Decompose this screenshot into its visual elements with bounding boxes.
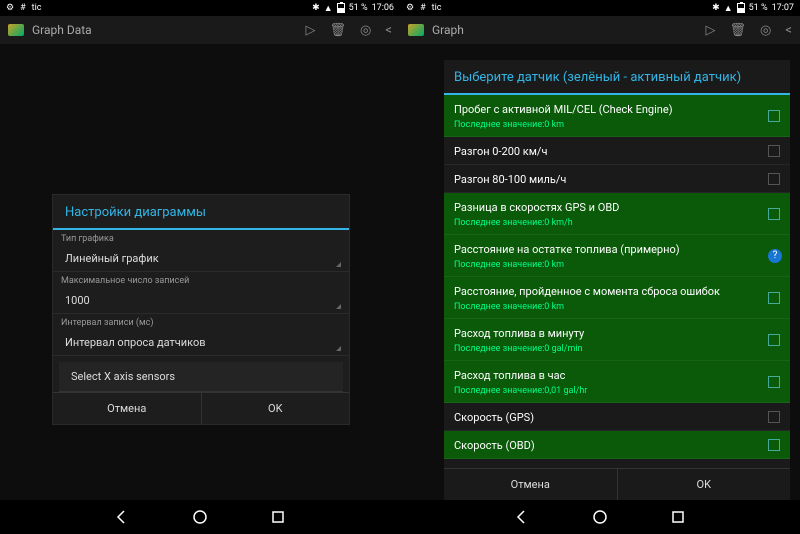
- ok-button[interactable]: OK: [618, 469, 791, 500]
- sensor-item[interactable]: Расстояние, пройденное с момента сброса …: [444, 277, 790, 319]
- sensor-item[interactable]: Разгон 80-100 миль/ч: [444, 165, 790, 193]
- sensor-name: Разница в скоростях GPS и OBD: [454, 201, 780, 214]
- home-button[interactable]: [591, 508, 609, 526]
- select-x-axis-button[interactable]: Select X axis sensors: [59, 362, 343, 392]
- play-icon[interactable]: ▷: [306, 23, 316, 38]
- sensor-list[interactable]: Пробег с активной MIL/CEL (Check Engine)…: [444, 95, 790, 468]
- back-button[interactable]: [113, 508, 131, 526]
- sensor-item[interactable]: Расход топлива в минуту Последнее значени…: [444, 319, 790, 361]
- content-area: Выберите датчик (зелёный - активный датч…: [400, 44, 800, 500]
- checkbox[interactable]: [768, 292, 780, 304]
- sensor-last-value: Последнее значение:0 km: [454, 120, 780, 130]
- max-records-select[interactable]: 1000: [53, 288, 349, 314]
- checkbox[interactable]: [768, 376, 780, 388]
- app-indicator-icon: ⚙: [6, 3, 14, 13]
- clock: 17:07: [772, 3, 794, 13]
- sensor-item[interactable]: Разгон 0-200 км/ч: [444, 137, 790, 165]
- nav-bar: [400, 500, 800, 534]
- sensor-name: Скорость (OBD): [454, 439, 780, 452]
- chart-type-label: Тип графика: [53, 230, 349, 246]
- battery-icon: [737, 3, 745, 13]
- app-icon: [8, 24, 24, 36]
- bluetooth-icon: ✱: [712, 3, 720, 13]
- max-records-label: Максимальное число записей: [53, 272, 349, 288]
- status-bar: ⚙ # tic ✱ ▲ 51 % 17:07: [400, 0, 800, 16]
- sensor-name: Расход топлива в час: [454, 369, 780, 382]
- dialog-buttons: Отмена OK: [53, 392, 349, 424]
- interval-select[interactable]: Интервал опроса датчиков: [53, 330, 349, 356]
- sensor-last-value: Последнее значение:0 km/h: [454, 218, 780, 228]
- sensor-last-value: Последнее значение:0 gal/min: [454, 344, 780, 354]
- sensor-name: Пробег с активной MIL/CEL (Check Engine): [454, 103, 780, 116]
- sensor-name: Разгон 80-100 миль/ч: [454, 173, 780, 186]
- sensor-last-value: Последнее значение:0 km: [454, 302, 780, 312]
- sensor-item[interactable]: Расстояние на остатке топлива (примерно)…: [444, 235, 790, 277]
- app-icon: [408, 24, 424, 36]
- sensor-name: Скорость (GPS): [454, 411, 780, 424]
- sensor-name: Расстояние, пройденное с момента сброса …: [454, 285, 780, 298]
- sensor-name: Расход топлива в минуту: [454, 327, 780, 340]
- interval-label: Интервал записи (мс): [53, 314, 349, 330]
- checkbox[interactable]: [768, 334, 780, 346]
- hash-icon: #: [20, 3, 26, 13]
- target-icon[interactable]: ◎: [760, 23, 771, 38]
- sensor-item[interactable]: Скорость (OBD): [444, 431, 790, 459]
- trash-icon[interactable]: 🗑: [330, 23, 347, 38]
- chart-settings-dialog: Настройки диаграммы Тип графика Линейный…: [52, 194, 350, 425]
- dialog-title: Настройки диаграммы: [53, 195, 349, 230]
- dialog-title: Выберите датчик (зелёный - активный датч…: [444, 60, 790, 95]
- cancel-button[interactable]: Отмена: [53, 393, 202, 424]
- checkbox[interactable]: [768, 110, 780, 122]
- dialog-buttons: Отмена OK: [444, 468, 790, 500]
- sensor-item[interactable]: Расход топлива в час Последнее значение:0…: [444, 361, 790, 403]
- sensor-name: Разгон 0-200 км/ч: [454, 145, 780, 158]
- checkbox[interactable]: [768, 145, 780, 157]
- checkbox[interactable]: [768, 439, 780, 451]
- sensor-last-value: Последнее значение:0 km: [454, 260, 780, 270]
- clock: 17:06: [372, 3, 394, 13]
- screen-right: ⚙ # tic ✱ ▲ 51 % 17:07 Graph ▷ 🗑 ◎ < Выб…: [400, 0, 800, 534]
- recent-button[interactable]: [669, 508, 687, 526]
- sensor-last-value: Последнее значение:0,01 gal/hr: [454, 386, 780, 396]
- app-indicator-icon: ⚙: [406, 3, 414, 13]
- nav-bar: [0, 500, 400, 534]
- app-title: Graph Data: [32, 23, 298, 37]
- bluetooth-icon: ✱: [312, 3, 320, 13]
- recent-button[interactable]: [269, 508, 287, 526]
- info-icon[interactable]: ?: [768, 249, 782, 263]
- signal-icon: ▲: [724, 3, 733, 14]
- sensor-item[interactable]: Разница в скоростях GPS и OBD Последнее з…: [444, 193, 790, 235]
- sensor-item[interactable]: Пробег с активной MIL/CEL (Check Engine)…: [444, 95, 790, 137]
- battery-pct: 51 %: [749, 3, 768, 13]
- app-bar: Graph ▷ 🗑 ◎ <: [400, 16, 800, 44]
- app-title: Graph: [432, 23, 698, 37]
- sensor-select-dialog: Выберите датчик (зелёный - активный датч…: [444, 60, 790, 500]
- back-button[interactable]: [513, 508, 531, 526]
- sensor-name: Расстояние на остатке топлива (примерно): [454, 243, 780, 256]
- ok-button[interactable]: OK: [202, 393, 350, 424]
- network-name: tic: [432, 3, 442, 13]
- status-bar: ⚙ # tic ✱ ▲ 51 % 17:06: [0, 0, 400, 16]
- battery-icon: [337, 3, 345, 13]
- network-name: tic: [32, 3, 42, 13]
- home-button[interactable]: [191, 508, 209, 526]
- trash-icon[interactable]: 🗑: [730, 23, 747, 38]
- play-icon[interactable]: ▷: [706, 23, 716, 38]
- chart-type-select[interactable]: Линейный график: [53, 246, 349, 272]
- content-area: Настройки диаграммы Тип графика Линейный…: [0, 44, 400, 500]
- battery-pct: 51 %: [349, 3, 368, 13]
- checkbox[interactable]: [768, 411, 780, 423]
- app-bar: Graph Data ▷ 🗑 ◎ <: [0, 16, 400, 44]
- sensor-item[interactable]: Скорость (GPS): [444, 403, 790, 431]
- share-icon[interactable]: <: [785, 23, 792, 38]
- checkbox[interactable]: [768, 208, 780, 220]
- screen-left: ⚙ # tic ✱ ▲ 51 % 17:06 Graph Data ▷ 🗑 ◎ …: [0, 0, 400, 534]
- share-icon[interactable]: <: [385, 23, 392, 38]
- target-icon[interactable]: ◎: [360, 23, 371, 38]
- signal-icon: ▲: [324, 3, 333, 14]
- hash-icon: #: [420, 3, 426, 13]
- cancel-button[interactable]: Отмена: [444, 469, 618, 500]
- checkbox[interactable]: [768, 173, 780, 185]
